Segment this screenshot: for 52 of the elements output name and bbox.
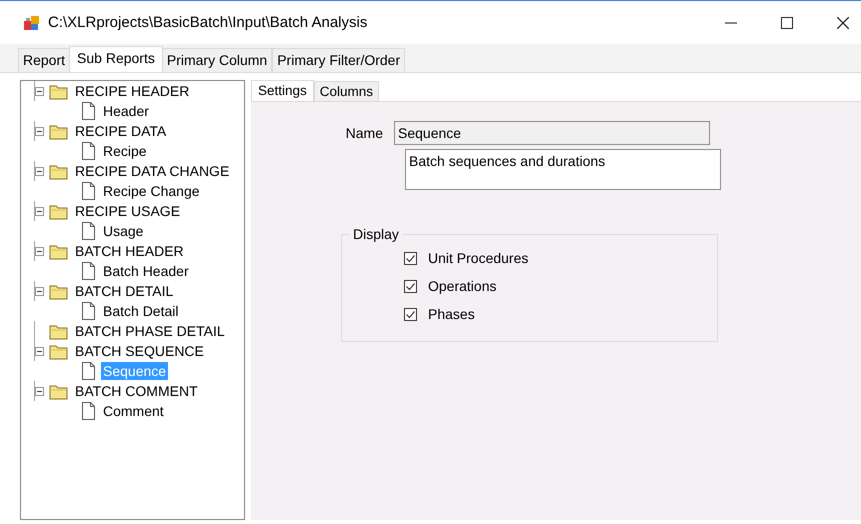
expander-icon[interactable]	[35, 386, 44, 396]
tab[interactable]: Report	[18, 48, 70, 72]
tree-item[interactable]: BATCH COMMENT	[73, 382, 200, 400]
expander-icon[interactable]	[35, 86, 44, 96]
document-icon	[81, 302, 96, 320]
expander-icon[interactable]	[35, 206, 44, 216]
name-field[interactable]: Sequence	[394, 121, 710, 145]
checkbox-label[interactable]: Phases	[428, 306, 475, 322]
tree-item[interactable]: Usage	[101, 222, 146, 240]
document-icon	[81, 362, 96, 380]
expander-icon[interactable]	[35, 126, 44, 136]
group-title: Display	[350, 226, 402, 242]
expander-icon[interactable]	[35, 166, 44, 176]
document-icon	[81, 262, 96, 280]
tab[interactable]: Settings	[251, 80, 314, 101]
tree-item[interactable]: RECIPE DATA	[73, 122, 168, 140]
checkbox[interactable]	[404, 280, 417, 292]
document-icon	[81, 102, 96, 120]
tree-item[interactable]: RECIPE DATA CHANGE	[73, 162, 232, 180]
tab[interactable]: Columns	[314, 81, 380, 101]
expander-icon[interactable]	[35, 286, 44, 296]
tree-item[interactable]: BATCH SEQUENCE	[73, 342, 206, 360]
close-icon[interactable]	[837, 16, 849, 29]
tree-item[interactable]: Batch Detail	[101, 302, 180, 320]
tree-item[interactable]: BATCH PHASE DETAIL	[73, 322, 227, 340]
tab[interactable]: Primary Column	[162, 48, 272, 72]
checkbox[interactable]	[404, 252, 417, 264]
expander-icon[interactable]	[35, 246, 44, 256]
tree-item[interactable]: Batch Header	[101, 262, 191, 280]
tree-item[interactable]: Comment	[101, 402, 166, 420]
tab[interactable]: Sub Reports	[69, 46, 163, 72]
checkbox-label[interactable]: Unit Procedures	[428, 250, 528, 266]
document-icon	[81, 222, 96, 240]
tab[interactable]: Primary Filter/Order	[272, 48, 406, 72]
checkbox[interactable]	[404, 308, 417, 320]
tree-item[interactable]: RECIPE HEADER	[73, 82, 192, 100]
checkbox-label[interactable]: Operations	[428, 278, 496, 294]
tree-item[interactable]: BATCH HEADER	[73, 242, 186, 260]
document-icon	[81, 402, 96, 420]
document-icon	[81, 142, 96, 160]
description-field[interactable]: Batch sequences and durations	[405, 149, 721, 190]
window-title: C:\XLRprojects\BasicBatch\Input\Batch Analysis	[48, 14, 368, 32]
expander-icon[interactable]	[35, 346, 44, 356]
tree-item[interactable]: Recipe	[101, 142, 149, 160]
name-label: Name	[344, 125, 384, 141]
document-icon	[81, 182, 96, 200]
app-icon	[24, 14, 40, 31]
maximize-icon[interactable]	[781, 16, 793, 29]
tree-item[interactable]: Recipe Change	[101, 182, 202, 200]
tree-item[interactable]: BATCH DETAIL	[73, 282, 176, 300]
tree-item[interactable]: RECIPE USAGE	[73, 202, 182, 220]
tree-item[interactable]: Header	[101, 102, 151, 120]
